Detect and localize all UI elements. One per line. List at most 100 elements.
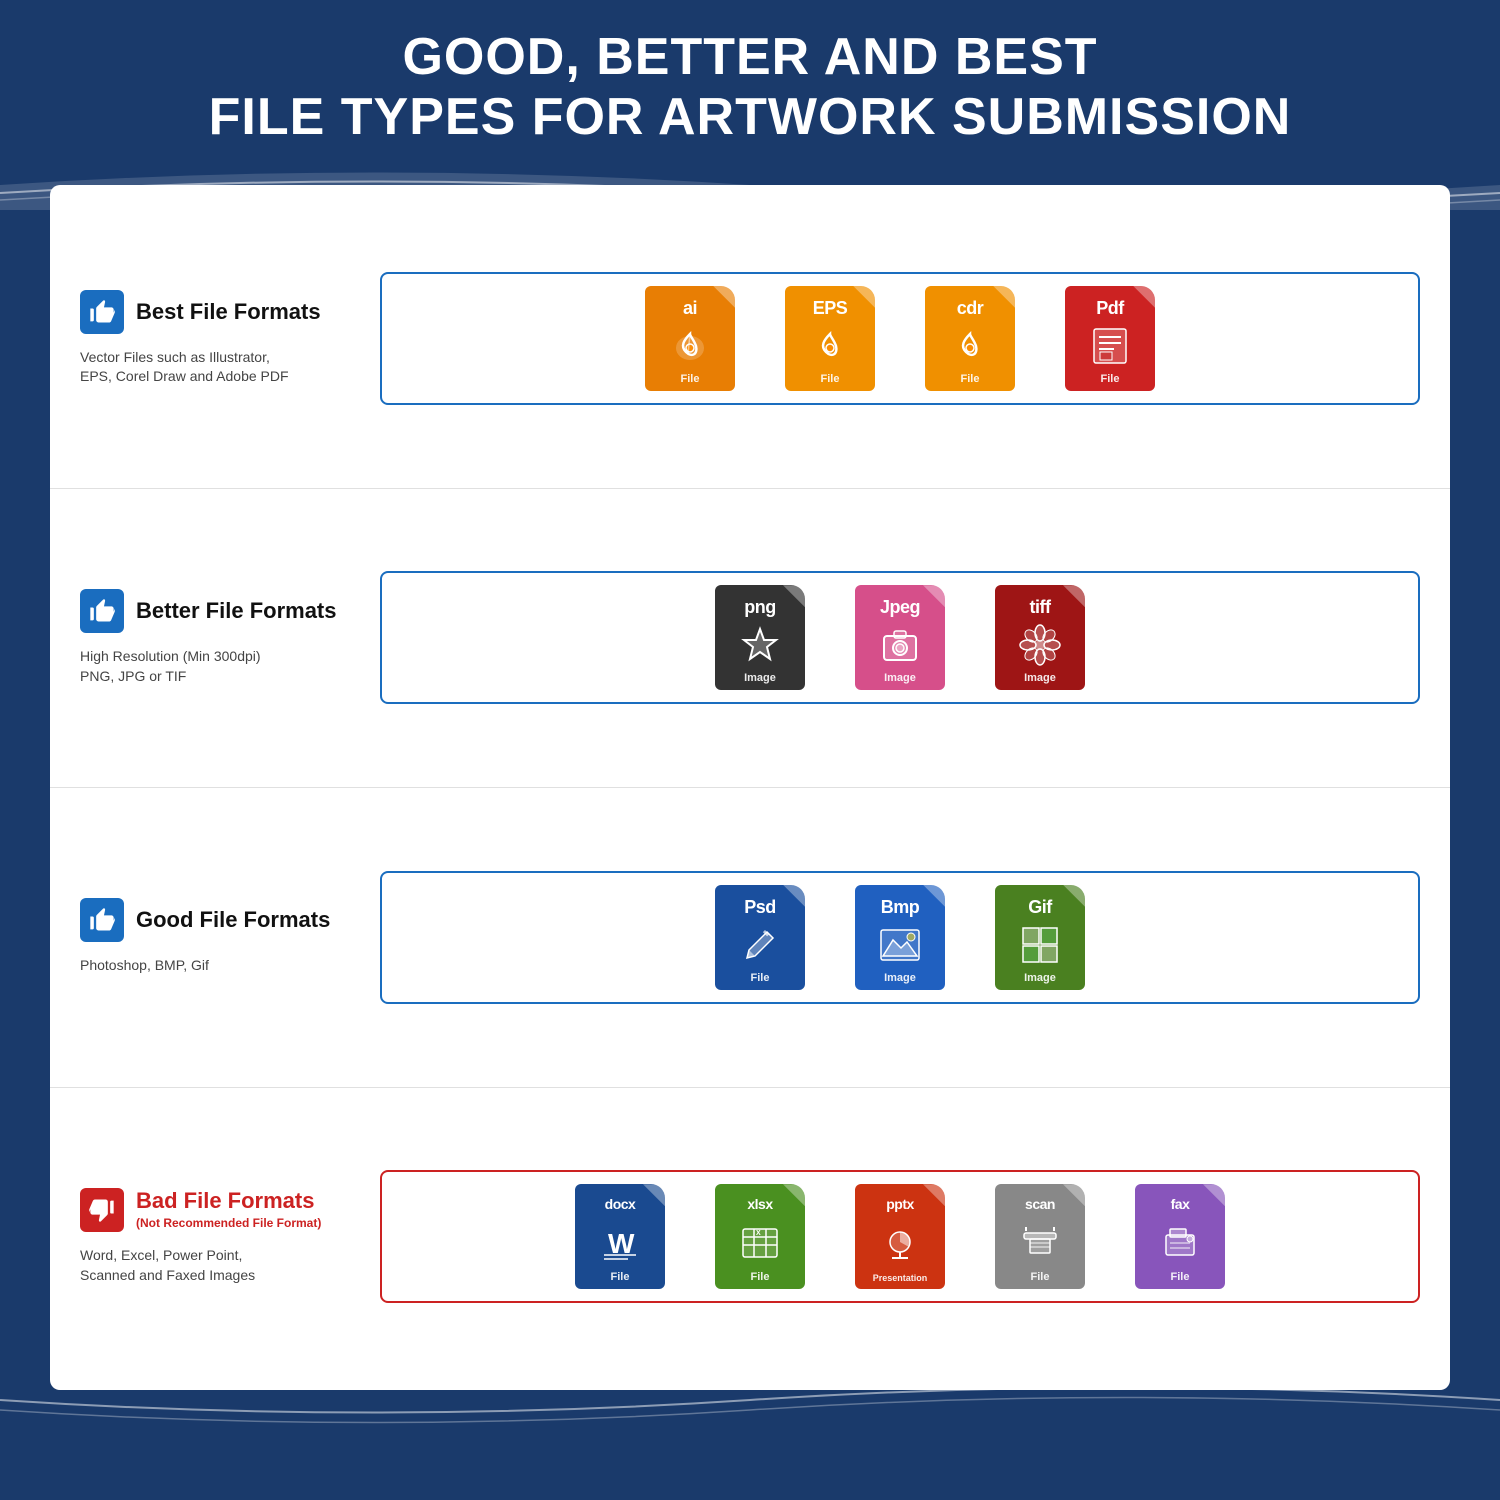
file-pptx: pptx Presentation (845, 1184, 955, 1289)
scan-icon (1020, 1223, 1060, 1261)
file-ai: ai File (635, 286, 745, 391)
row-good-left: Good File Formats Photoshop, BMP, Gif (80, 898, 380, 976)
file-scan-graphic (1018, 1220, 1062, 1264)
file-docx: docx W File (565, 1184, 675, 1289)
file-gif-graphic (1018, 923, 1062, 967)
file-png-label: Image (744, 672, 776, 684)
better-thumb-icon (80, 589, 124, 633)
file-docx-graphic: W (598, 1220, 642, 1264)
better-title: Better File Formats (136, 598, 337, 624)
file-pptx-label: Presentation (873, 1273, 928, 1283)
file-png-shape: png Image (715, 585, 805, 690)
bad-title-block: Bad File Formats (Not Recommended File F… (136, 1188, 321, 1232)
file-scan-label: File (1031, 1271, 1050, 1283)
thumbs-up-icon-2 (88, 597, 116, 625)
file-png: png Image (705, 585, 815, 690)
best-thumb-icon (80, 290, 124, 334)
file-cdr-shape: cdr File (925, 286, 1015, 391)
file-gif-shape: Gif Image (995, 885, 1085, 990)
file-scan-shape: scan File (995, 1184, 1085, 1289)
header-line1: GOOD, BETTER AND BEST (209, 28, 1292, 88)
good-title: Good File Formats (136, 907, 330, 933)
file-png-ext: png (744, 597, 776, 618)
file-gif: Gif Image (985, 885, 1095, 990)
pdf-doc-icon (1090, 327, 1130, 365)
file-docx-shape: docx W File (575, 1184, 665, 1289)
file-eps-label: File (821, 373, 840, 385)
header-title: GOOD, BETTER AND BEST FILE TYPES FOR ART… (209, 28, 1292, 148)
file-cdr: cdr File (915, 286, 1025, 391)
ai-pen-icon (670, 326, 710, 366)
file-fax-graphic (1158, 1220, 1202, 1264)
file-tiff-shape: tiff Im (995, 585, 1085, 690)
file-scan: scan File (985, 1184, 1095, 1289)
cdr-pen-icon (950, 326, 990, 366)
eps-pen-icon (810, 326, 850, 366)
file-jpeg-ext: Jpeg (880, 597, 920, 618)
file-pptx-shape: pptx Presentation (855, 1184, 945, 1289)
sep1 (50, 488, 1450, 489)
file-xlsx-label: File (751, 1271, 770, 1283)
row-better-left: Better File Formats High Resolution (Min… (80, 589, 380, 686)
file-tiff-ext: tiff (1030, 597, 1051, 618)
file-tiff-graphic (1018, 623, 1062, 667)
good-subtitle: Photoshop, BMP, Gif (80, 956, 360, 976)
file-bmp-ext: Bmp (881, 897, 920, 918)
file-cdr-ext: cdr (957, 298, 984, 319)
thumbs-up-icon (88, 298, 116, 326)
file-pdf-graphic (1088, 324, 1132, 368)
file-fax-label: File (1171, 1271, 1190, 1283)
file-png-graphic (738, 623, 782, 667)
best-subtitle: Vector Files such as Illustrator,EPS, Co… (80, 348, 360, 387)
bad-title-sub: (Not Recommended File Format) (136, 1216, 321, 1230)
file-bmp-label: Image (884, 972, 916, 984)
file-psd-graphic (738, 923, 782, 967)
file-ai-label: File (681, 373, 700, 385)
content-wrapper: Best File Formats Vector Files such as I… (50, 185, 1450, 1390)
file-fax-shape: fax File (1135, 1184, 1225, 1289)
file-jpeg: Jpeg Image (845, 585, 955, 690)
file-scan-ext: scan (1025, 1196, 1055, 1212)
thumbs-down-icon (88, 1196, 116, 1224)
thumbs-up-icon-3 (88, 906, 116, 934)
best-title: Best File Formats (136, 299, 321, 325)
row-best-label-box: Best File Formats (80, 290, 360, 334)
better-files: png Image Jpeg (380, 571, 1420, 704)
file-psd-shape: Psd File (715, 885, 805, 990)
file-xlsx-ext: xlsx (747, 1196, 772, 1212)
row-good-label-box: Good File Formats (80, 898, 360, 942)
file-pdf-shape: Pdf File (1065, 286, 1155, 391)
better-subtitle: High Resolution (Min 300dpi)PNG, JPG or … (80, 647, 360, 686)
file-tiff: tiff Im (985, 585, 1095, 690)
pptx-ppt-icon (880, 1224, 920, 1262)
docx-word-icon: W (600, 1223, 640, 1261)
psd-brush-icon (739, 924, 781, 966)
file-ai-ext: ai (683, 298, 697, 319)
file-ai-shape: ai File (645, 286, 735, 391)
file-ai-graphic (668, 324, 712, 368)
sep3 (50, 1087, 1450, 1088)
fax-icon (1160, 1223, 1200, 1261)
file-xlsx: xlsx X File (705, 1184, 815, 1289)
best-files: ai File EPS (380, 272, 1420, 405)
file-docx-ext: docx (605, 1196, 636, 1212)
file-jpeg-graphic (878, 623, 922, 667)
file-bmp-graphic (878, 923, 922, 967)
good-files: Psd File Bmp (380, 871, 1420, 1004)
header: GOOD, BETTER AND BEST FILE TYPES FOR ART… (0, 0, 1500, 175)
file-psd-label: File (751, 972, 770, 984)
header-line2: FILE TYPES FOR ARTWORK SUBMISSION (209, 88, 1292, 148)
file-bmp: Bmp Image (845, 885, 955, 990)
file-psd-ext: Psd (744, 897, 776, 918)
bad-subtitle: Word, Excel, Power Point,Scanned and Fax… (80, 1246, 360, 1285)
file-xlsx-graphic: X (738, 1220, 782, 1264)
file-docx-label: File (611, 1271, 630, 1283)
file-jpeg-label: Image (884, 672, 916, 684)
row-bad-left: Bad File Formats (Not Recommended File F… (80, 1188, 380, 1285)
bad-title: Bad File Formats (136, 1188, 314, 1213)
jpeg-camera-icon (880, 626, 920, 664)
file-eps-graphic (808, 324, 852, 368)
file-pdf-ext: Pdf (1096, 298, 1124, 319)
sep2 (50, 787, 1450, 788)
row-good: Good File Formats Photoshop, BMP, Gif Ps… (80, 804, 1420, 1071)
